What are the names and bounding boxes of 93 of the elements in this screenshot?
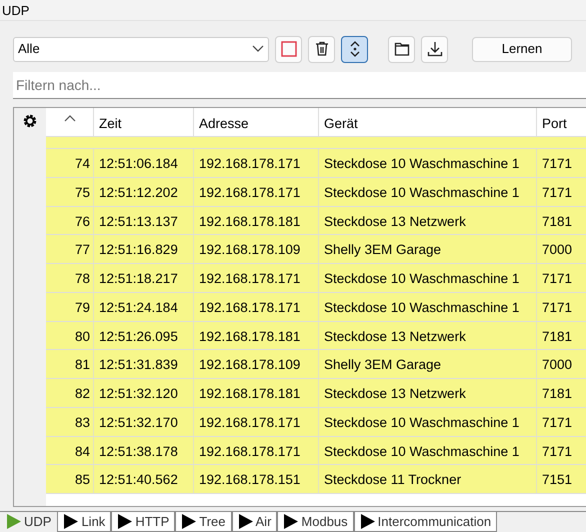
table-cell: 76 xyxy=(46,206,94,234)
table-cell: 81 xyxy=(46,350,94,378)
table-cell: 192.168.178.109 xyxy=(194,235,319,263)
table-cell: Steckdose 10 Waschmaschine 1 xyxy=(319,178,537,206)
column-header[interactable]: Adresse xyxy=(194,108,319,136)
trash-icon xyxy=(314,41,330,57)
play-icon xyxy=(360,514,375,529)
table-cell: 12:51:31.839 xyxy=(94,350,194,378)
sort-icon xyxy=(64,114,76,122)
stop-button[interactable] xyxy=(275,36,302,62)
column-header[interactable]: Gerät xyxy=(319,108,537,136)
folder-icon xyxy=(394,41,410,57)
table-cell: 12:51:12.202 xyxy=(94,178,194,206)
play-icon xyxy=(6,514,21,529)
table-cell: 75 xyxy=(46,178,94,206)
table-cell: 192.168.178.171 xyxy=(194,408,319,436)
table-cell: Steckdose 10 Waschmaschine 1 xyxy=(319,264,537,292)
table-cell: Steckdose 11 Trockner xyxy=(319,465,537,493)
play-icon xyxy=(238,514,253,529)
table-cell: Steckdose 13 Netzwerk xyxy=(319,379,537,407)
table-cell: 192.168.178.181 xyxy=(194,379,319,407)
table-cell: 12:51:06.184 xyxy=(94,149,194,177)
table-cell: 7171 xyxy=(537,149,586,177)
delete-button[interactable] xyxy=(308,36,335,62)
autoscroll-button[interactable] xyxy=(341,36,368,62)
table-cell: Shelly 3EM Garage xyxy=(319,350,537,378)
table-cell: 82 xyxy=(46,379,94,407)
table-cell: 79 xyxy=(46,292,94,320)
expand-icon xyxy=(348,40,362,58)
table-cell: 12:51:13.137 xyxy=(94,206,194,234)
filter-dropdown[interactable]: Alle xyxy=(13,36,269,62)
table-cell: 7181 xyxy=(537,379,586,407)
tab[interactable]: Link xyxy=(57,512,112,532)
table-cell: 12:51:24.184 xyxy=(94,292,194,320)
table-cell: Steckdose 13 Netzwerk xyxy=(319,206,537,234)
table-cell: 192.168.178.171 xyxy=(194,436,319,464)
table-cell: 192.168.178.151 xyxy=(194,465,319,493)
caret-icon xyxy=(252,45,264,53)
play-icon xyxy=(283,514,298,529)
settings-icon[interactable] xyxy=(23,114,37,128)
table-cell: 12:51:32.170 xyxy=(94,408,194,436)
table-cell: 7000 xyxy=(537,235,586,263)
table-cell: 12:51:38.178 xyxy=(94,436,194,464)
table-cell: 74 xyxy=(46,149,94,177)
table-cell: 192.168.178.171 xyxy=(194,292,319,320)
table-cell: Steckdose 10 Waschmaschine 1 xyxy=(319,436,537,464)
learn-button[interactable]: Lernen xyxy=(472,36,572,62)
play-icon xyxy=(117,514,132,529)
tab[interactable]: HTTP xyxy=(111,512,176,532)
table-cell: 7171 xyxy=(537,436,586,464)
table-cell: 192.168.178.171 xyxy=(194,178,319,206)
table-cell: 192.168.178.181 xyxy=(194,322,319,350)
tab[interactable]: Air xyxy=(232,512,278,532)
table-cell: 7171 xyxy=(537,408,586,436)
tab[interactable]: Intercommunication xyxy=(354,512,498,532)
table-cell: 77 xyxy=(46,235,94,263)
table-cell: Steckdose 10 Waschmaschine 1 xyxy=(319,292,537,320)
table-cell: Steckdose 10 Waschmaschine 1 xyxy=(319,408,537,436)
table-cell: 85 xyxy=(46,465,94,493)
play-icon xyxy=(181,514,196,529)
tab[interactable]: Modbus xyxy=(277,512,354,532)
tab[interactable]: Tree xyxy=(175,512,232,532)
table-cell: 78 xyxy=(46,264,94,292)
filter-field[interactable]: Filtern nach... xyxy=(13,72,586,99)
table-cell: 192.168.178.171 xyxy=(194,264,319,292)
square-icon xyxy=(280,41,296,57)
table-cell: 83 xyxy=(46,408,94,436)
table-cell: 12:51:32.120 xyxy=(94,379,194,407)
column-header[interactable]: Port xyxy=(537,108,586,136)
table-cell: 192.168.178.171 xyxy=(194,149,319,177)
open-button[interactable] xyxy=(388,36,415,62)
table-cell: 12:51:16.829 xyxy=(94,235,194,263)
table-cell: 192.168.178.181 xyxy=(194,206,319,234)
table-cell: 7171 xyxy=(537,264,586,292)
table-cell: 12:51:40.562 xyxy=(94,465,194,493)
table-cell: 7171 xyxy=(537,292,586,320)
table-cell: 192.168.178.109 xyxy=(194,350,319,378)
table-cell: 7181 xyxy=(537,206,586,234)
table-cell: 84 xyxy=(46,436,94,464)
download-button[interactable] xyxy=(421,36,448,62)
download-icon xyxy=(426,41,442,57)
column-header[interactable]: Zeit xyxy=(94,108,194,136)
play-icon xyxy=(63,514,78,529)
table-cell: 7151 xyxy=(537,465,586,493)
table-cell: 12:51:26.095 xyxy=(94,322,194,350)
table-cell: 80 xyxy=(46,322,94,350)
table-cell: 7000 xyxy=(537,350,586,378)
table-cell: 7171 xyxy=(537,178,586,206)
table-cell: 7181 xyxy=(537,322,586,350)
table-cell: Shelly 3EM Garage xyxy=(319,235,537,263)
table-cell: 12:51:18.217 xyxy=(94,264,194,292)
table-cell: Steckdose 13 Netzwerk xyxy=(319,322,537,350)
table-cell: Steckdose 10 Waschmaschine 1 xyxy=(319,149,537,177)
